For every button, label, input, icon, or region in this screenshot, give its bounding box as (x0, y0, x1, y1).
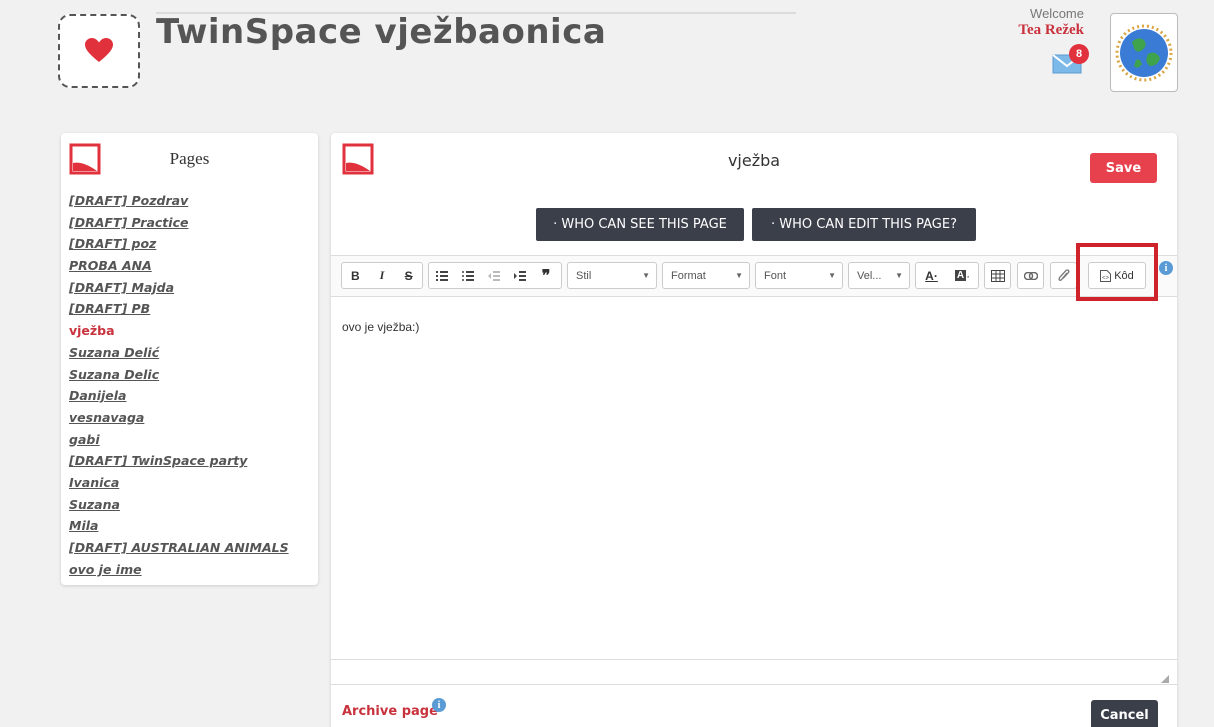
resize-grip-icon[interactable] (1161, 675, 1169, 683)
font-select[interactable]: Font ▼ (755, 262, 843, 289)
page-item[interactable]: [DRAFT] PB (69, 301, 289, 323)
save-button[interactable]: Save (1090, 153, 1157, 183)
page-item-active[interactable]: vježba (69, 323, 289, 345)
italic-button[interactable]: I (369, 263, 396, 288)
bullet-list-icon[interactable] (455, 263, 481, 288)
page-item[interactable]: Ivanica (69, 475, 289, 497)
pages-title: Pages (169, 149, 210, 168)
page-item[interactable]: PROBA ANA (69, 258, 289, 280)
archive-info-icon[interactable]: i (432, 698, 446, 712)
welcome-label: Welcome (1030, 6, 1084, 21)
twinspace-logo[interactable] (58, 14, 140, 88)
page-item[interactable]: vesnavaga (69, 410, 289, 432)
page-item[interactable]: Suzana Delic (69, 367, 289, 389)
pages-list: [DRAFT] Pozdrav [DRAFT] Practice [DRAFT]… (69, 193, 289, 583)
font-select-value: Font (764, 269, 787, 282)
text-style-group: B I S (341, 262, 423, 289)
who-can-edit-button[interactable]: · WHO CAN EDIT THIS PAGE? (752, 208, 976, 241)
chevron-down-icon: ▼ (828, 271, 836, 280)
style-select[interactable]: Stil ▼ (567, 262, 657, 289)
link-button[interactable] (1017, 262, 1044, 289)
chevron-down-icon: ▼ (735, 271, 743, 280)
username-link[interactable]: Tea Režek (984, 22, 1084, 39)
indent-icon[interactable] (507, 263, 533, 288)
page-item[interactable]: Suzana Delić (69, 345, 289, 367)
page-item[interactable]: gabi (69, 432, 289, 454)
format-select[interactable]: Format ▼ (662, 262, 750, 289)
strikethrough-button[interactable]: S (395, 263, 422, 288)
color-group: A· A · (915, 262, 979, 289)
page-item[interactable]: ovo je ime (69, 562, 289, 584)
heart-icon (85, 38, 113, 62)
chevron-down-icon: ▼ (895, 271, 903, 280)
paperclip-icon (1051, 263, 1076, 288)
page-item[interactable]: Danijela (69, 388, 289, 410)
page-item[interactable]: [DRAFT] Practice (69, 215, 289, 237)
editor-content-text: ovo je vježba:) (342, 320, 420, 334)
pages-panel: Pages [DRAFT] Pozdrav [DRAFT] Practice [… (61, 133, 318, 585)
archive-page-label: Archive page (342, 704, 438, 719)
editor-panel: vježba Save · WHO CAN SEE THIS PAGE · WH… (331, 133, 1177, 727)
blockquote-icon[interactable]: ❞ (533, 263, 559, 288)
site-title: TwinSpace vježbaonica (156, 12, 607, 52)
outdent-icon[interactable] (481, 263, 507, 288)
mail-badge: 8 (1069, 44, 1089, 64)
avatar[interactable] (1110, 13, 1178, 92)
archive-page-link[interactable]: Archive page (342, 704, 438, 719)
page-item[interactable]: Mila (69, 518, 289, 540)
size-select[interactable]: Vel... ▼ (848, 262, 910, 289)
page-item[interactable]: [DRAFT] AUSTRALIAN ANIMALS (69, 540, 289, 562)
cancel-button[interactable]: Cancel (1091, 700, 1158, 727)
info-icon[interactable]: i (1159, 261, 1173, 275)
attach-button[interactable] (1050, 262, 1077, 289)
page-item[interactable]: [DRAFT] Pozdrav (69, 193, 289, 215)
who-can-see-button[interactable]: · WHO CAN SEE THIS PAGE (536, 208, 744, 241)
page-item[interactable]: [DRAFT] Majda (69, 280, 289, 302)
page-title: vježba (727, 151, 781, 170)
list-group: ❞ (428, 262, 562, 289)
globe-icon (1115, 24, 1173, 81)
table-button[interactable] (984, 262, 1011, 289)
background-color-icon[interactable]: A · (947, 263, 978, 288)
link-icon (1018, 263, 1043, 288)
editor-status-bar (331, 660, 1177, 685)
page-item[interactable]: [DRAFT] TwinSpace party (69, 453, 289, 475)
page-item[interactable]: Suzana (69, 497, 289, 519)
style-select-value: Stil (576, 269, 592, 282)
table-icon (985, 263, 1010, 288)
format-select-value: Format (671, 269, 706, 282)
chevron-down-icon: ▼ (642, 271, 650, 280)
source-highlight-box (1076, 243, 1158, 301)
text-color-icon[interactable]: A· (916, 263, 947, 288)
editor-toolbar: B I S ❞ Stil ▼ Format ▼ Font ▼ Vel... ▼ … (331, 255, 1177, 297)
size-select-value: Vel... (857, 269, 882, 282)
editor-content-area[interactable]: ovo je vježba:) (331, 298, 1177, 660)
bold-button[interactable]: B (342, 263, 369, 288)
page-item[interactable]: [DRAFT] poz (69, 236, 289, 258)
numbered-list-icon[interactable] (429, 263, 455, 288)
